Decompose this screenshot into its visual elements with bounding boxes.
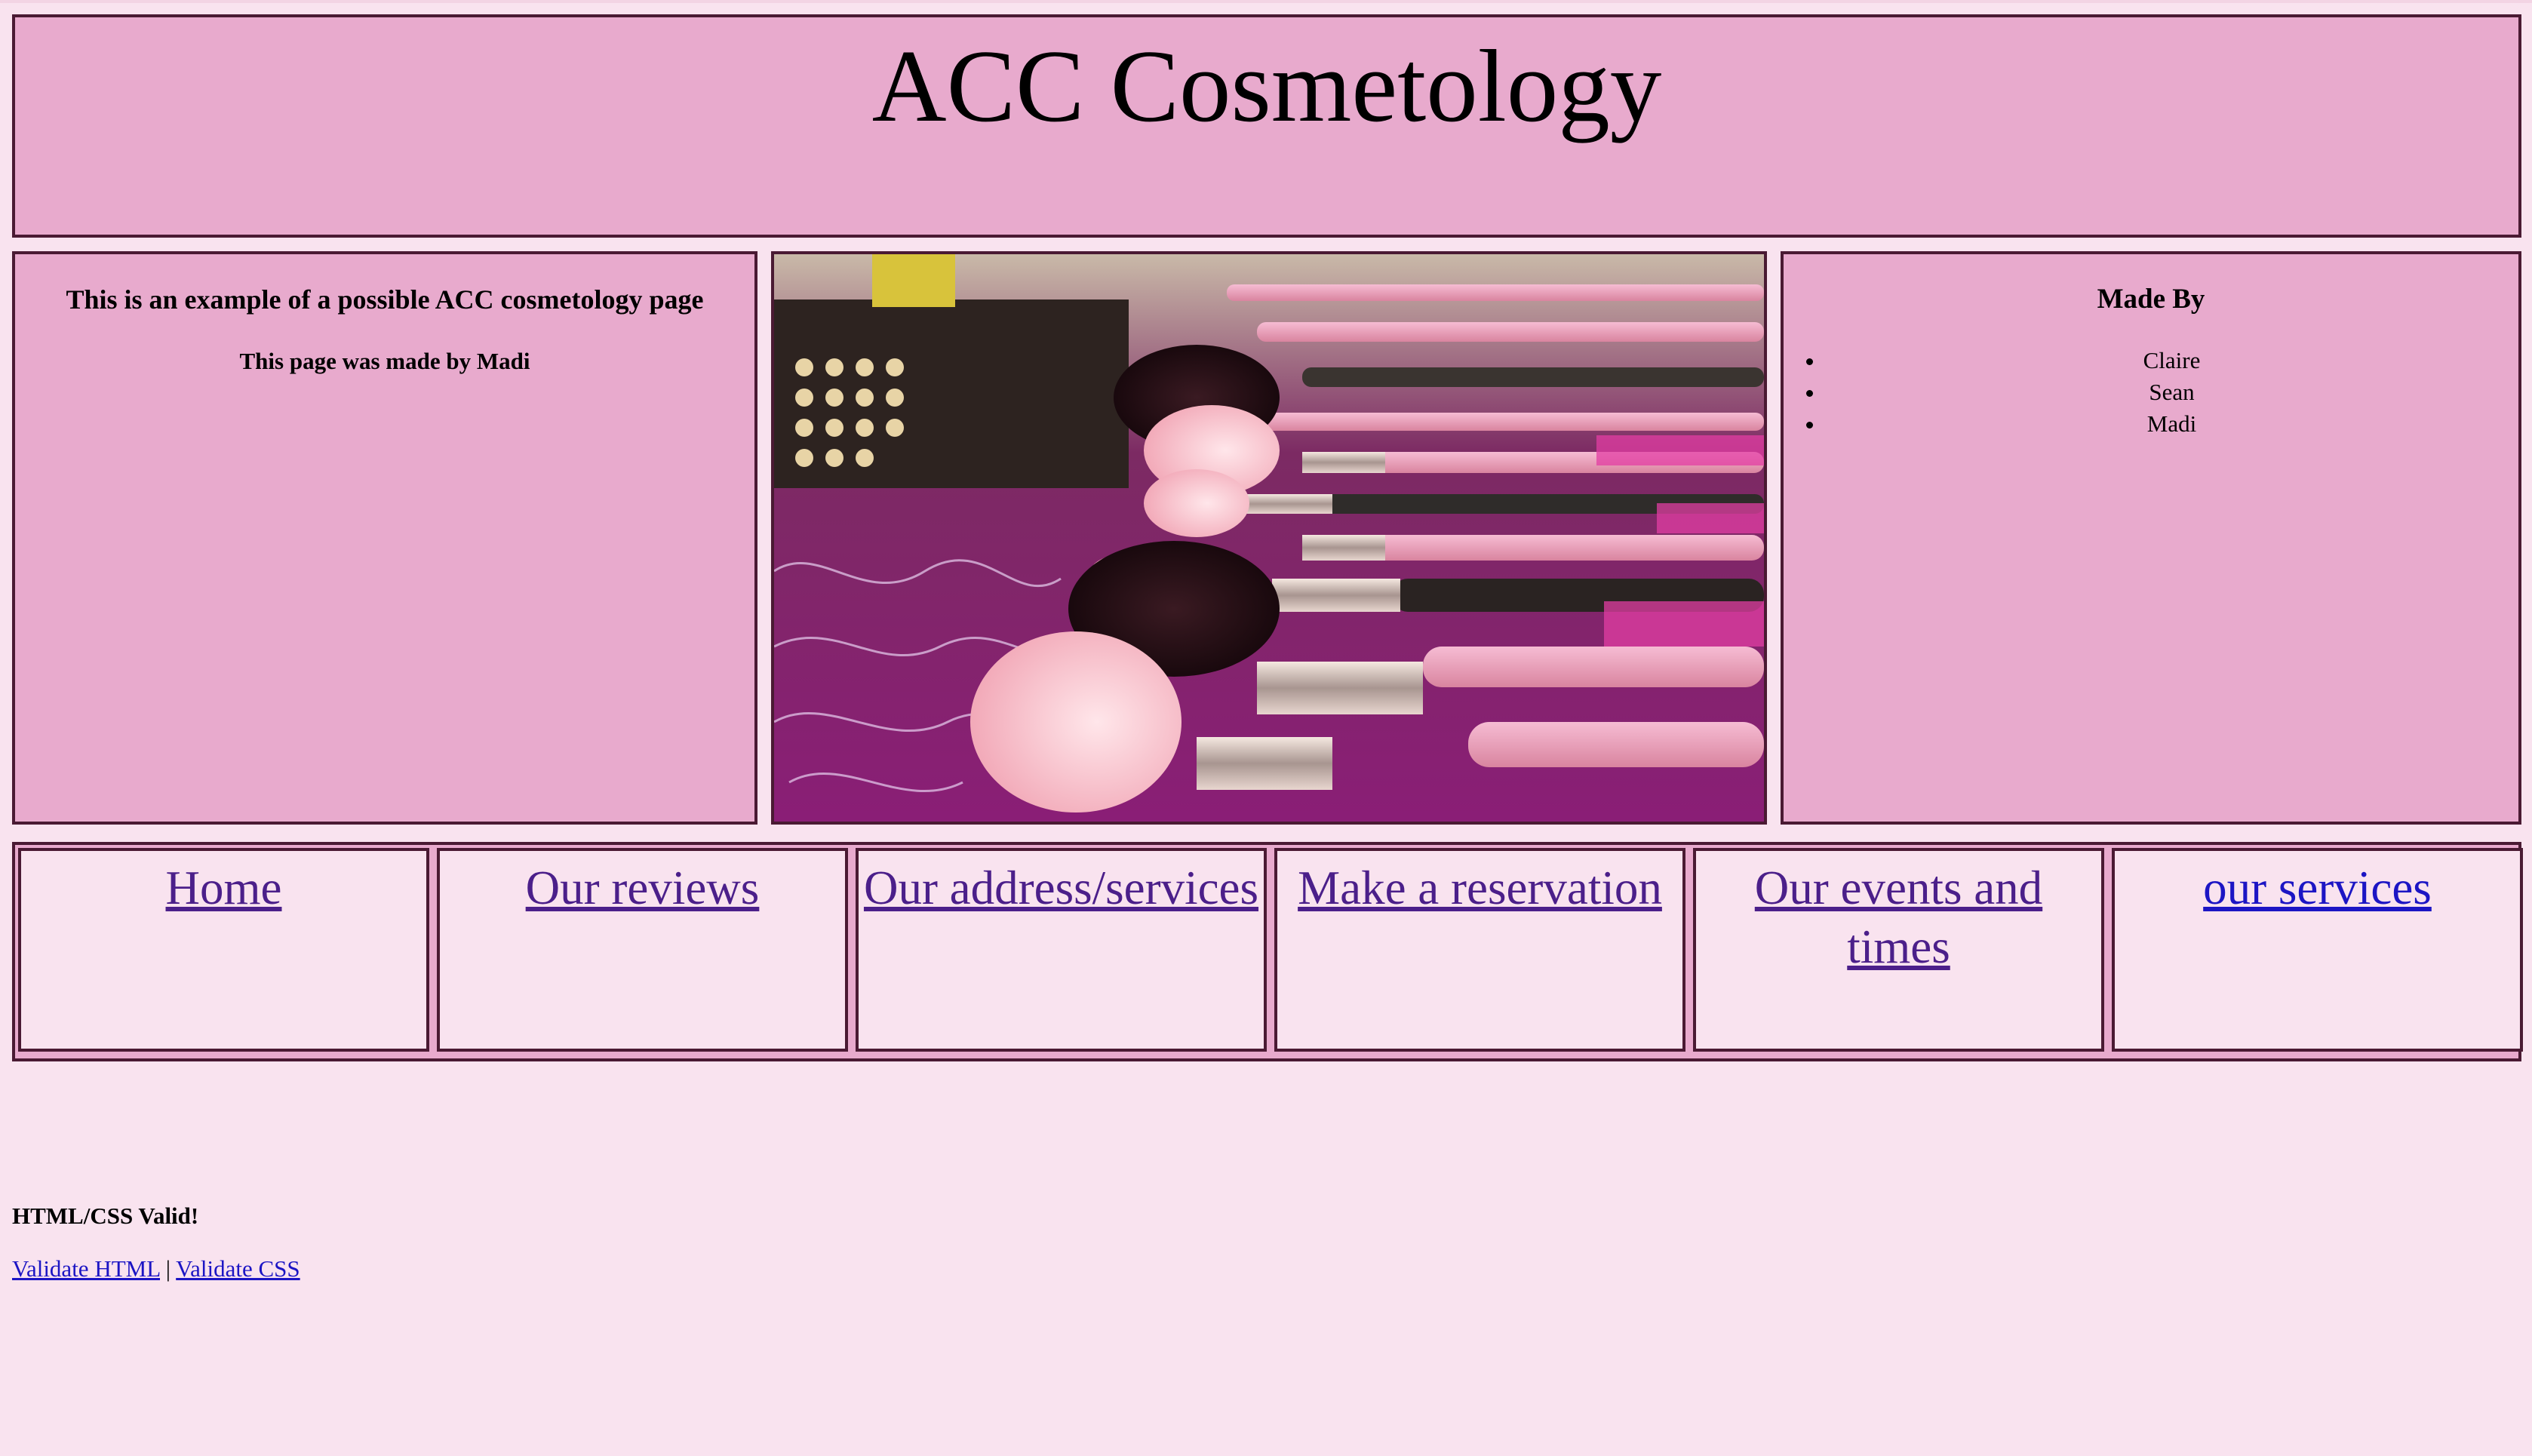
intro-panel: This is an example of a possible ACC cos… [12, 251, 757, 825]
list-item: Madi [1825, 408, 2518, 440]
validate-html-link[interactable]: Validate HTML [12, 1255, 160, 1282]
top-edge [0, 0, 2532, 3]
intro-text: This is an example of a possible ACC cos… [66, 284, 704, 315]
members-list: Claire Sean Madi [1784, 345, 2518, 440]
nav-link-home[interactable]: Home [166, 859, 282, 917]
nav-bar: Home Our reviews Our address/services Ma… [12, 842, 2523, 1061]
nav-item-events: Our events and times [1693, 848, 2104, 1052]
validate-css-link[interactable]: Validate CSS [176, 1255, 300, 1282]
list-item: Sean [1825, 376, 2518, 408]
nav-link-address-services[interactable]: Our address/services [864, 859, 1258, 917]
page-title: ACC Cosmetology [871, 29, 1662, 143]
nav-item-reservation: Make a reservation [1274, 848, 1685, 1052]
nav-link-services[interactable]: our services [2203, 859, 2432, 917]
made-by-heading: Made By [2097, 284, 2205, 315]
validator-links: Validate HTML | Validate CSS [12, 1252, 300, 1286]
nav-link-reservation[interactable]: Make a reservation [1298, 859, 1662, 917]
list-item: Claire [1825, 345, 2518, 376]
nav-link-reviews[interactable]: Our reviews [526, 859, 760, 917]
validity-heading: HTML/CSS Valid! [12, 1203, 199, 1229]
nav-item-services: our services [2112, 848, 2523, 1052]
page-header: ACC Cosmetology [12, 14, 2521, 238]
link-separator: | [165, 1255, 171, 1282]
nav-link-events[interactable]: Our events and times [1741, 859, 2057, 976]
credit-text: This page was made by Madi [239, 348, 530, 374]
credits-panel: Made By Claire Sean Madi [1781, 251, 2521, 825]
makeup-brushes-photo [774, 254, 1764, 822]
nav-item-reviews: Our reviews [437, 848, 848, 1052]
hero-image [771, 251, 1767, 825]
nav-item-home: Home [18, 848, 429, 1052]
nav-item-address-services: Our address/services [856, 848, 1267, 1052]
